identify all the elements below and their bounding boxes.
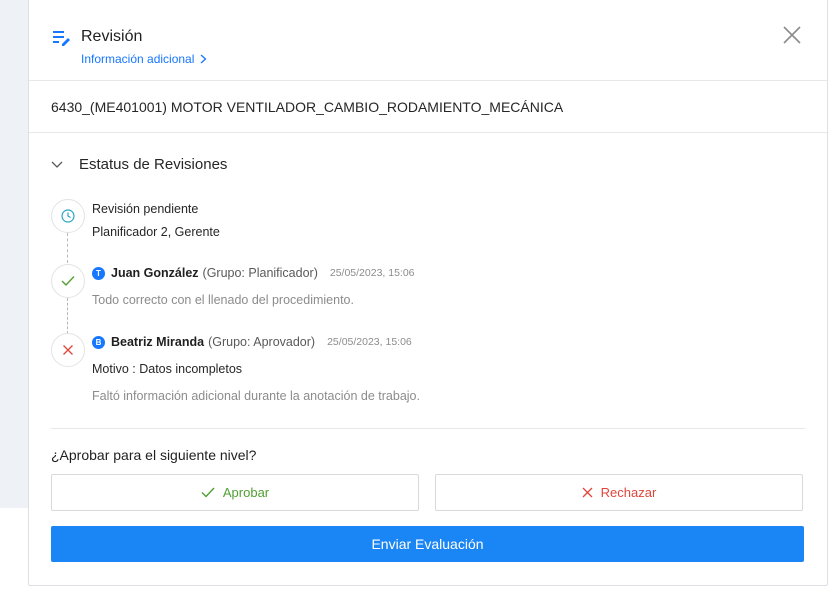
reject-label: Rechazar [600,485,657,500]
pending-title-text: Revisión pendiente [92,202,199,216]
review-comment: Todo correcto con el llenado del procedi… [92,293,354,307]
x-icon [582,487,593,498]
review-entry-header: B Beatriz Miranda (Grupo: Aprovador) 25/… [92,335,412,349]
submit-evaluation-button[interactable]: Enviar Evaluación [51,526,804,562]
modal-header: Revisión Información adicional [29,0,827,81]
approve-label: Aprobar [222,485,270,500]
user-avatar-badge: T [92,266,105,280]
chevron-right-icon [200,54,207,64]
review-reason: Motivo : Datos incompletos [92,362,242,376]
close-icon[interactable] [783,26,801,44]
approval-question: ¿Aprobar para el siguiente nivel? [51,447,257,463]
reviewer-group: (Grupo: Planificador) [202,266,318,280]
check-icon [61,276,75,287]
review-reason-text: Motivo : Datos incompletos [92,362,243,376]
review-date: 25/05/2023, 15:06 [327,336,412,348]
task-name: 6430_(ME401001) MOTOR VENTILADOR_CAMBIO_… [29,81,827,133]
reject-button[interactable]: Rechazar [435,474,803,511]
pending-assignees: Planificador 2, Gerente [92,225,220,239]
user-avatar-badge: B [92,335,105,349]
modal-title: Revisión [81,28,143,45]
additional-info-link[interactable]: Información adicional [81,52,207,66]
check-icon [201,487,215,498]
review-comment: Faltó información adicional durante la a… [92,389,420,403]
approved-status-dot [51,264,85,298]
background-panel [0,0,28,508]
edit-list-icon [53,31,70,46]
reviewer-name: Juan González [111,266,199,280]
section-divider [51,428,805,429]
pending-assignees-text: Planificador 2, Gerente [92,225,220,239]
clock-icon [61,209,75,223]
x-icon [63,345,73,355]
pending-status-dot [51,199,85,233]
review-comment-text: Todo correcto con el llenado del procedi… [92,293,354,307]
status-section-toggle[interactable]: Estatus de Revisiones [51,156,227,173]
reviewer-name: Beatriz Miranda [111,335,205,349]
rejected-status-dot [51,333,85,367]
timeline-connector [67,298,68,334]
review-date: 25/05/2023, 15:06 [329,267,415,279]
additional-info-label: Información adicional [81,52,195,66]
approve-button[interactable]: Aprobar [51,474,419,511]
pending-title: Revisión pendiente [92,202,198,216]
status-section-title: Estatus de Revisiones [79,156,228,173]
review-comment-text: Faltó información adicional durante la a… [92,389,420,403]
review-modal: Revisión Información adicional 6430_(ME4… [28,0,828,586]
timeline-connector [67,233,68,263]
review-entry-header: T Juan González (Grupo: Planificador) 25… [92,266,415,280]
chevron-down-icon [51,161,63,168]
reviewer-group: (Grupo: Aprovador) [208,335,316,349]
